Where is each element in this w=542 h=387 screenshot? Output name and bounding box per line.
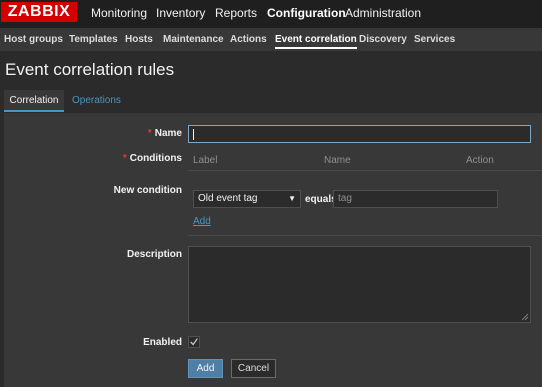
- page-title: Event correlation rules: [5, 60, 175, 79]
- enabled-label: Enabled: [143, 337, 182, 348]
- conditions-label-text: Conditions: [129, 153, 182, 164]
- name-input[interactable]: [188, 125, 531, 143]
- name-label: * Name: [148, 128, 182, 139]
- tag-input[interactable]: tag: [333, 190, 498, 208]
- nav-configuration[interactable]: Configuration: [267, 6, 346, 20]
- condition-type-value: Old event tag: [198, 193, 258, 204]
- zabbix-logo[interactable]: ZABBIX: [1, 2, 77, 22]
- tab-operations[interactable]: Operations: [72, 90, 121, 112]
- section-divider: [188, 235, 542, 236]
- required-marker: *: [147, 128, 152, 139]
- conditions-column-name: Name: [324, 155, 351, 166]
- resize-grip-icon[interactable]: [521, 313, 529, 321]
- conditions-column-label: Label: [193, 155, 218, 166]
- name-label-text: Name: [154, 128, 182, 139]
- nav-inventory[interactable]: Inventory: [156, 6, 205, 20]
- top-header: ZABBIX Monitoring Inventory Reports Conf…: [0, 0, 542, 29]
- nav-administration[interactable]: Administration: [345, 6, 421, 20]
- tab-correlation[interactable]: Correlation: [4, 90, 64, 112]
- text-caret: [193, 129, 194, 140]
- description-textarea[interactable]: [188, 246, 531, 323]
- subnav-services[interactable]: Services: [414, 34, 455, 45]
- subnav-actions[interactable]: Actions: [230, 34, 267, 45]
- checkmark-icon: [190, 338, 198, 346]
- subnav-hosts[interactable]: Hosts: [125, 34, 153, 45]
- condition-type-select[interactable]: Old event tag ▼: [193, 190, 301, 208]
- cancel-button[interactable]: Cancel: [231, 359, 276, 378]
- sub-nav-bar: Host groups Templates Hosts Maintenance …: [0, 29, 542, 51]
- new-condition-label: New condition: [113, 185, 182, 196]
- description-label: Description: [126, 249, 182, 260]
- subnav-event-correlation[interactable]: Event correlation: [275, 34, 357, 49]
- form-tabs: Correlation Operations: [4, 90, 542, 112]
- add-button[interactable]: Add: [188, 359, 223, 378]
- nav-reports[interactable]: Reports: [215, 6, 257, 20]
- conditions-column-action: Action: [466, 155, 494, 166]
- subnav-templates[interactable]: Templates: [69, 34, 118, 45]
- subnav-host-groups[interactable]: Host groups: [4, 34, 63, 45]
- nav-monitoring[interactable]: Monitoring: [91, 6, 147, 20]
- enabled-checkbox[interactable]: [188, 336, 200, 348]
- conditions-label: * Conditions: [123, 153, 182, 164]
- tag-placeholder: tag: [338, 193, 352, 204]
- operator-label: equals: [305, 194, 337, 205]
- subnav-maintenance[interactable]: Maintenance: [163, 34, 224, 45]
- add-condition-link[interactable]: Add: [193, 216, 211, 227]
- subnav-discovery[interactable]: Discovery: [359, 34, 407, 45]
- conditions-table: Label Name Action: [188, 151, 542, 171]
- dropdown-arrow-icon: ▼: [288, 194, 296, 203]
- required-marker: *: [122, 153, 127, 164]
